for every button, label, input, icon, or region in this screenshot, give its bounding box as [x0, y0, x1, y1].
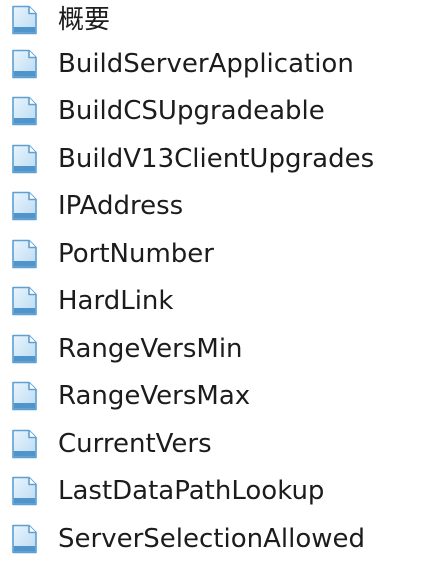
topic-label: RangeVersMax [58, 381, 251, 412]
topic-item-build-v13-client-upgrades[interactable]: BuildV13ClientUpgrades [0, 135, 437, 183]
topic-item-server-selection-allowed[interactable]: ServerSelectionAllowed [0, 515, 437, 563]
document-icon [10, 191, 38, 221]
topic-label: 概要 [58, 5, 111, 35]
document-icon [10, 429, 38, 459]
document-icon [10, 381, 38, 411]
document-icon [10, 239, 38, 269]
document-icon [10, 286, 38, 316]
topic-label: HardLink [58, 286, 174, 317]
document-icon [10, 476, 38, 506]
topic-item-current-vers[interactable]: CurrentVers [0, 420, 437, 468]
topic-item-port-number[interactable]: PortNumber [0, 230, 437, 278]
topic-list: 概要 BuildServerApplication BuildCSUpgrade… [0, 0, 437, 563]
topic-label: PortNumber [58, 238, 214, 269]
document-icon [10, 49, 38, 79]
document-icon [10, 524, 38, 554]
topic-label: ServerSelectionAllowed [58, 523, 365, 554]
topic-label: RangeVersMin [58, 333, 243, 364]
document-icon [10, 96, 38, 126]
document-icon [10, 144, 38, 174]
topic-item-range-vers-min[interactable]: RangeVersMin [0, 325, 437, 373]
topic-item-last-data-path-lookup[interactable]: LastDataPathLookup [0, 468, 437, 516]
topic-item-hard-link[interactable]: HardLink [0, 278, 437, 326]
topic-label: BuildServerApplication [58, 48, 354, 79]
document-icon [10, 5, 38, 35]
topic-label: LastDataPathLookup [58, 476, 325, 507]
topic-label: BuildV13ClientUpgrades [58, 143, 375, 174]
topic-label: BuildCSUpgradeable [58, 96, 325, 127]
topic-item-overview[interactable]: 概要 [0, 0, 437, 40]
topic-item-build-server-application[interactable]: BuildServerApplication [0, 40, 437, 88]
topic-item-build-cs-upgradeable[interactable]: BuildCSUpgradeable [0, 88, 437, 136]
topic-label: IPAddress [58, 191, 184, 222]
topic-label: CurrentVers [58, 428, 212, 459]
topic-item-range-vers-max[interactable]: RangeVersMax [0, 373, 437, 421]
document-icon [10, 334, 38, 364]
topic-item-ip-address[interactable]: IPAddress [0, 183, 437, 231]
